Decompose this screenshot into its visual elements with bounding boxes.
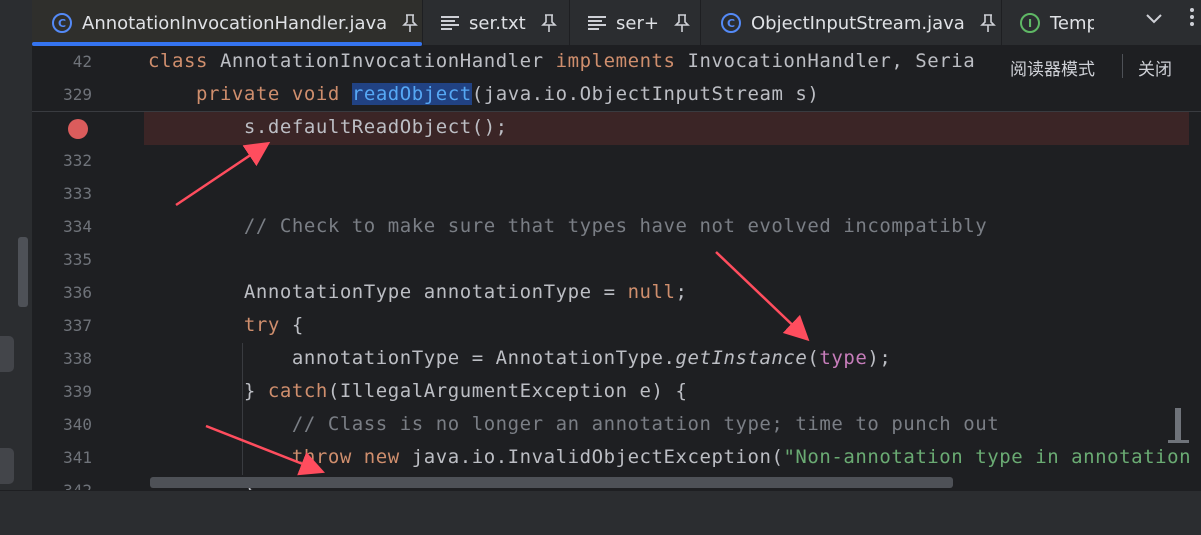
tab-annotation-invocation-handler[interactable]: C AnnotationInvocationHandler.java [32,0,422,46]
interface-icon: I [1020,13,1040,33]
tab-label: ser.txt [469,12,526,34]
line-number: 333 [63,184,92,203]
code-line[interactable]: 333 [32,178,1201,211]
tab-ser-plus[interactable]: ser+ [570,0,700,46]
close-reader-button[interactable]: 关闭 [1138,55,1172,80]
code-text: try { [243,314,304,336]
code-text: s.defaultReadObject(); [148,116,508,138]
chevron-down-icon[interactable] [1142,6,1166,30]
more-options-icon[interactable] [1180,4,1201,30]
rail-scroll[interactable] [18,237,28,307]
line-number: 340 [63,415,92,434]
code-text: class AnnotationInvocationHandler implem… [148,50,976,72]
pin-icon[interactable] [979,13,997,33]
class-icon: C [721,13,741,33]
pin-icon[interactable] [401,13,419,33]
editor-tab-bar: C AnnotationInvocationHandler.java ser.t… [32,0,1201,46]
code-line[interactable]: s.defaultReadObject(); [32,112,1201,145]
vertical-scrollbar[interactable] [1175,408,1181,442]
code-text: annotationType = AnnotationType.getInsta… [148,347,892,369]
line-number: 335 [63,250,92,269]
code-text: // Class is no longer an annotation type… [148,413,1000,435]
divider [1122,54,1123,78]
horizontal-scrollbar[interactable] [150,477,953,488]
reader-mode-button[interactable]: 阅读器模式 [1010,55,1095,80]
breakpoint-icon[interactable] [68,119,88,139]
code-text: // Check to make sure that types have no… [148,215,988,237]
line-number: 341 [63,448,92,467]
tab-label: Temp [1050,12,1094,34]
tab-label: ser+ [616,12,659,34]
code-line[interactable]: 341 throw new java.io.InvalidObjectExcep… [32,442,1201,475]
tab-label: ObjectInputStream.java [751,12,965,34]
line-number: 338 [63,349,92,368]
line-number: 339 [63,382,92,401]
code-text: AnnotationType annotationType = null; [148,281,688,303]
line-number: 329 [63,85,92,104]
tab-object-input-stream[interactable]: C ObjectInputStream.java [701,0,1001,46]
line-number: 332 [63,151,92,170]
scroll-marker [1168,440,1189,443]
code-text: private void readObject(java.io.ObjectIn… [195,83,820,105]
left-tool-rail [0,0,32,490]
text-file-icon [441,16,459,30]
code-editor[interactable]: 42 class AnnotationInvocationHandler imp… [32,46,1201,490]
code-line[interactable]: 338 annotationType = AnnotationType.getI… [32,343,1201,376]
code-line[interactable]: 335 [32,244,1201,277]
tab-label: AnnotationInvocationHandler.java [82,12,388,34]
line-number: 337 [63,316,92,335]
code-line[interactable]: 340 // Class is no longer an annotation … [32,409,1201,442]
code-text: throw new java.io.InvalidObjectException… [291,446,1192,468]
tab-ser-txt[interactable]: ser.txt [423,0,569,46]
code-text: } catch(IllegalArgumentException e) { [148,380,688,402]
class-icon: C [52,13,72,33]
line-number: 334 [63,217,92,236]
line-number: 336 [63,283,92,302]
code-line[interactable]: 329 private void readObject(java.io.Obje… [32,79,1201,112]
code-line[interactable]: 339 } catch(IllegalArgumentException e) … [32,376,1201,409]
pin-icon[interactable] [673,13,691,33]
line-number: 342 [32,481,92,490]
line-number: 42 [72,52,92,71]
rail-tab[interactable] [0,448,14,484]
code-line[interactable]: 334 // Check to make sure that types hav… [32,211,1201,244]
rail-tab[interactable] [0,336,14,372]
text-file-icon [588,16,606,30]
tab-temp[interactable]: I Temp [1002,0,1094,46]
pin-icon[interactable] [540,13,558,33]
code-line[interactable]: 332 [32,145,1201,178]
code-line[interactable]: 337 try { [32,310,1201,343]
code-line[interactable]: 336 AnnotationType annotationType = null… [32,277,1201,310]
bottom-panel [0,490,1201,535]
